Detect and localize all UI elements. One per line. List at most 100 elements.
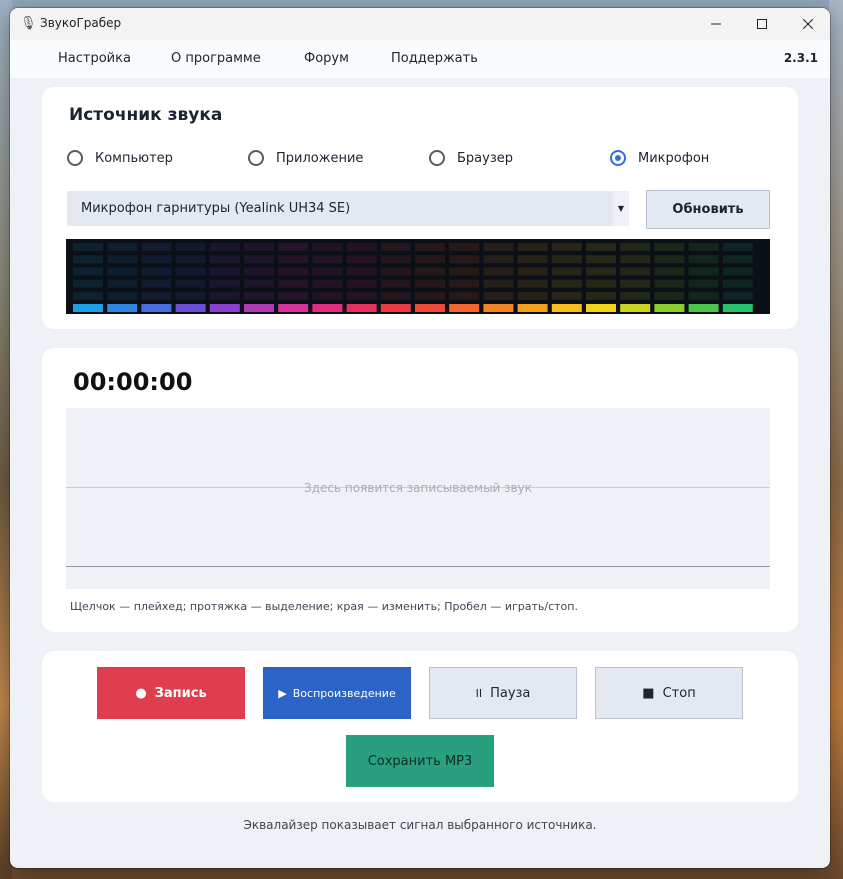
- eq-bar-level: [380, 304, 411, 312]
- play-button[interactable]: ▶ Воспроизведение: [263, 667, 411, 719]
- eq-bar-segment: [586, 291, 616, 300]
- radio-label: Приложение: [276, 150, 364, 166]
- eq-bar-segment: [688, 291, 719, 300]
- eq-bar-segment: [551, 291, 582, 300]
- menu-support[interactable]: Поддержать: [391, 51, 478, 66]
- eq-bar-segment: [380, 267, 411, 276]
- eq-bar-segment: [654, 243, 685, 251]
- eq-bar-segment: [73, 243, 103, 251]
- close-icon: [803, 19, 813, 29]
- refresh-button[interactable]: Обновить: [646, 190, 770, 229]
- version-label: 2.3.1: [783, 51, 818, 65]
- record-dot-icon: ●: [135, 685, 147, 701]
- menu-forum[interactable]: Форум: [304, 51, 349, 66]
- eq-bar-segment: [415, 279, 445, 288]
- record-label: Запись: [154, 685, 207, 701]
- pause-button[interactable]: II Пауза: [429, 667, 577, 719]
- eq-bar-segment: [244, 255, 274, 264]
- radio-label: Компьютер: [95, 150, 173, 166]
- eq-bar-level: [449, 304, 480, 312]
- eq-bar-segment: [517, 279, 548, 288]
- device-select[interactable]: Микрофон гарнитуры (Yealink UH34 SE) ▼: [67, 191, 629, 226]
- eq-bar-segment: [312, 267, 343, 276]
- eq-bar-segment: [483, 291, 514, 300]
- eq-bar-segment: [209, 255, 240, 264]
- eq-bar-segment: [107, 279, 138, 288]
- eq-bar-segment: [722, 279, 753, 288]
- eq-bar-level: [346, 304, 377, 312]
- eq-bar-segment: [209, 267, 240, 276]
- eq-bar-segment: [551, 267, 582, 276]
- menu-bar: Настройка О программе Форум Поддержать 2…: [10, 40, 830, 78]
- record-button[interactable]: ● Запись: [97, 667, 245, 719]
- eq-bar-level: [278, 304, 309, 312]
- eq-bar-segment: [483, 255, 514, 264]
- eq-bar-segment: [449, 279, 480, 288]
- eq-bar-segment: [346, 291, 377, 300]
- eq-bar-segment: [483, 279, 514, 288]
- recorder-panel: 00:00:00 Здесь появится записываемый зву…: [42, 348, 798, 632]
- eq-bar-segment: [586, 267, 616, 276]
- radio-microphone[interactable]: Микрофон: [610, 147, 709, 169]
- desktop-background-right: [829, 0, 843, 879]
- menu-settings[interactable]: Настройка: [58, 51, 131, 66]
- eq-bar-segment: [278, 243, 309, 251]
- eq-bar-level: [312, 304, 343, 312]
- eq-bar-segment: [73, 279, 103, 288]
- eq-bar-level: [654, 304, 685, 312]
- eq-bar-segment: [107, 255, 138, 264]
- eq-bar-segment: [244, 267, 274, 276]
- waveform-placeholder: Здесь появится записываемый звук: [304, 481, 532, 495]
- title-bar[interactable]: 🎙 ЗвукоГрабер: [10, 8, 830, 40]
- waveform-area[interactable]: Здесь появится записываемый звук: [66, 408, 770, 589]
- minimize-button[interactable]: [693, 8, 739, 40]
- eq-bar-segment: [312, 243, 343, 251]
- eq-bar-segment: [415, 243, 445, 251]
- eq-bar-segment: [209, 279, 240, 288]
- eq-bar-segment: [141, 243, 172, 251]
- eq-bar-level: [620, 304, 651, 312]
- radio-browser[interactable]: Браузер: [429, 147, 513, 169]
- eq-bar-segment: [244, 243, 274, 251]
- eq-bar-segment: [654, 279, 685, 288]
- equalizer-bars: [73, 243, 753, 312]
- save-mp3-button[interactable]: Сохранить MP3: [346, 735, 494, 787]
- play-icon: ▶: [278, 686, 287, 700]
- minimize-icon: [711, 23, 721, 25]
- footer-text: Эквалайзер показывает сигнал выбранного …: [243, 818, 597, 832]
- record-timer: 00:00:00: [73, 368, 193, 396]
- radio-computer[interactable]: Компьютер: [67, 147, 173, 169]
- waveform-baseline: [66, 566, 770, 567]
- pause-label: Пауза: [490, 685, 531, 701]
- eq-bar-segment: [312, 255, 343, 264]
- chevron-down-icon[interactable]: ▼: [613, 191, 629, 226]
- pause-icon: II: [475, 686, 483, 700]
- eq-bar-segment: [517, 255, 548, 264]
- eq-bar-segment: [654, 255, 685, 264]
- eq-bar-level: [73, 304, 103, 312]
- eq-bar-segment: [380, 243, 411, 251]
- eq-bar-segment: [620, 291, 651, 300]
- eq-bar-segment: [586, 243, 616, 251]
- equalizer: [66, 239, 770, 314]
- eq-bar-segment: [278, 267, 309, 276]
- eq-bar-level: [688, 304, 719, 312]
- eq-bar-segment: [175, 279, 206, 288]
- close-button[interactable]: [785, 8, 830, 40]
- eq-bar-segment: [620, 243, 651, 251]
- source-panel: Источник звука Компьютер Приложение Брау…: [42, 87, 798, 329]
- menu-about[interactable]: О программе: [171, 51, 261, 66]
- eq-bar-segment: [141, 267, 172, 276]
- eq-bar-segment: [73, 291, 103, 300]
- radio-application[interactable]: Приложение: [248, 147, 363, 169]
- eq-bar-segment: [107, 267, 138, 276]
- radio-label: Микрофон: [638, 150, 710, 166]
- eq-bar-segment: [551, 279, 582, 288]
- radio-circle-checked: [610, 150, 626, 166]
- stop-button[interactable]: ■ Стоп: [595, 667, 743, 719]
- eq-bar-segment: [722, 267, 753, 276]
- maximize-button[interactable]: [739, 8, 785, 40]
- stop-label: Стоп: [662, 685, 696, 701]
- eq-bar-segment: [449, 255, 480, 264]
- eq-bar-level: [517, 304, 548, 312]
